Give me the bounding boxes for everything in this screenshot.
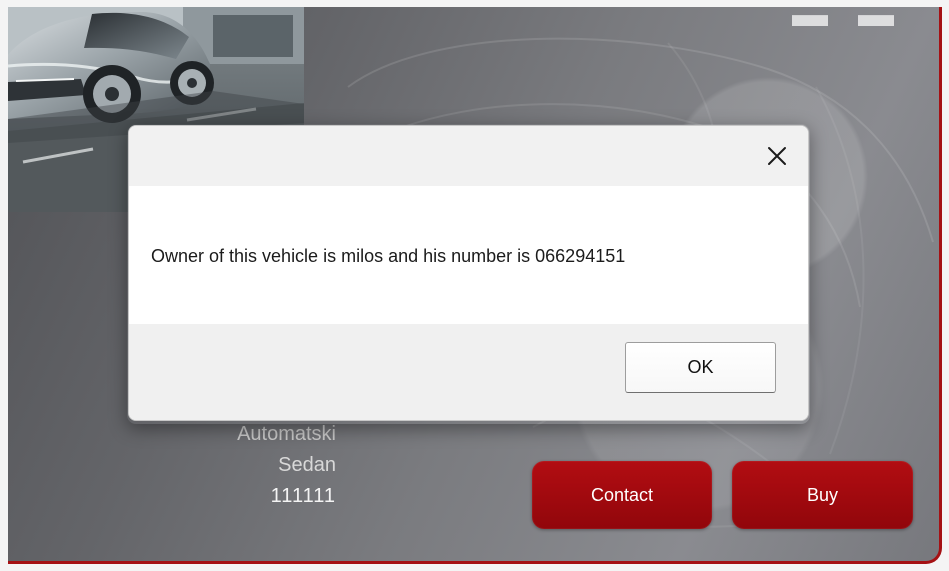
app-window: ▬ ▬ Automatski Sedan 111111 Contact Buy … <box>0 0 949 571</box>
buy-button[interactable]: Buy <box>732 461 913 529</box>
dialog-titlebar <box>129 126 808 186</box>
close-dialog-button[interactable] <box>760 139 794 173</box>
partially-hidden-heading-decoration: ▬ ▬ <box>791 7 904 34</box>
close-icon <box>768 147 786 165</box>
ok-button[interactable]: OK <box>625 342 776 393</box>
dialog-message: Owner of this vehicle is milos and his n… <box>151 246 626 266</box>
vehicle-info-list: Automatski Sedan 111111 <box>198 419 336 512</box>
dialog-footer: OK <box>129 324 808 420</box>
body-type-value: Sedan <box>278 454 336 476</box>
contact-button[interactable]: Contact <box>532 461 712 529</box>
dialog-content: Owner of this vehicle is milos and his n… <box>129 186 808 324</box>
owner-info-dialog: Owner of this vehicle is milos and his n… <box>128 125 809 421</box>
vehicle-number-value: 111111 <box>270 485 336 507</box>
